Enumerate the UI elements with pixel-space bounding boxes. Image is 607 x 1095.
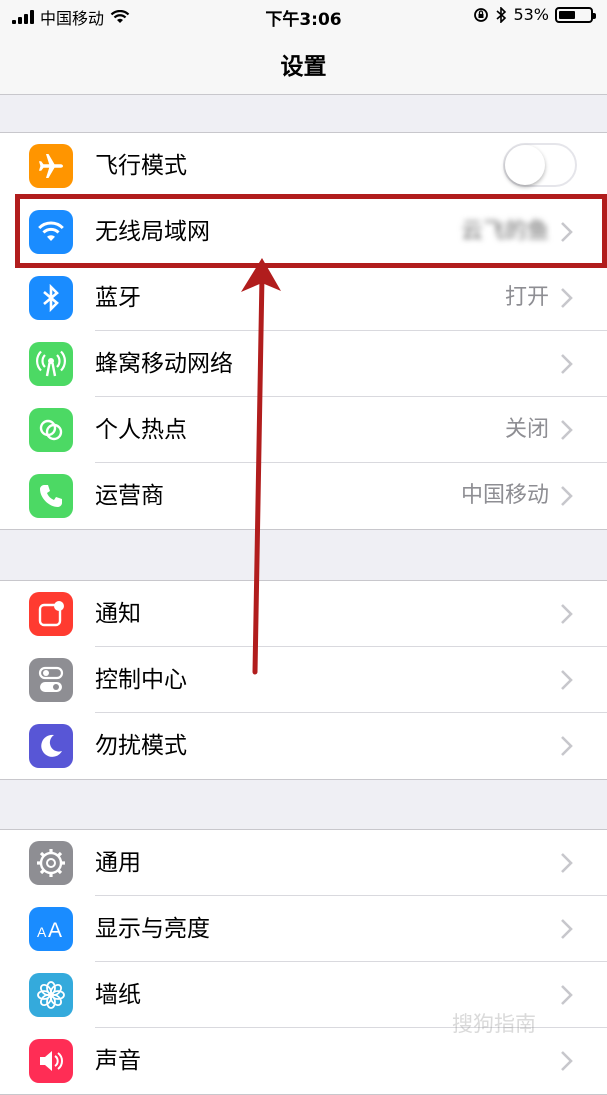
chevron-right-icon (561, 1051, 573, 1071)
settings-row-label: 蜂窝移动网络 (95, 351, 233, 377)
svg-text:A: A (48, 919, 62, 941)
chevron-right-icon (561, 288, 573, 308)
settings-row-notifications[interactable]: 通知 (0, 581, 607, 647)
text-size-icon: AA (29, 907, 73, 951)
rotation-lock-icon (474, 7, 489, 22)
status-bar: 中国移动 下午3:06 53% (0, 0, 607, 30)
settings-row-label: 蓝牙 (95, 285, 141, 311)
chevron-right-icon (561, 486, 573, 506)
speaker-icon (29, 1039, 73, 1083)
bluetooth-status-icon (496, 6, 507, 23)
svg-text:A: A (37, 924, 47, 940)
settings-row-label: 个人热点 (95, 417, 187, 443)
airplane-icon (29, 144, 73, 188)
phone-icon (29, 474, 73, 518)
settings-row-label: 运营商 (95, 483, 164, 509)
settings-row-value: 打开 (504, 285, 549, 310)
gear-icon (29, 841, 73, 885)
settings-row-cellular[interactable]: 蜂窝移动网络 (0, 331, 607, 397)
battery-percentage: 53% (513, 5, 549, 24)
settings-row-label: 显示与亮度 (95, 916, 210, 942)
settings-row-general[interactable]: 通用 (0, 830, 607, 896)
chevron-right-icon (561, 354, 573, 374)
page-title: 设置 (280, 54, 327, 80)
chevron-right-icon (561, 670, 573, 690)
antenna-icon (29, 342, 73, 386)
notification-icon (29, 592, 73, 636)
watermark: 搜狗指南 (452, 1012, 536, 1036)
moon-icon (29, 724, 73, 768)
navigation-bar: 设置 (0, 30, 607, 95)
chevron-right-icon (561, 420, 573, 440)
settings-row-personal-hotspot[interactable]: 个人热点 关闭 (0, 397, 607, 463)
settings-row-control-center[interactable]: 控制中心 (0, 647, 607, 713)
settings-row-airplane-mode[interactable]: 飞行模式 (0, 133, 607, 199)
settings-row-carrier[interactable]: 运营商 中国移动 (0, 463, 607, 529)
chevron-right-icon (561, 919, 573, 939)
bluetooth-icon (29, 276, 73, 320)
settings-row-label: 通知 (95, 601, 141, 627)
settings-row-label: 声音 (95, 1048, 141, 1074)
wifi-highlight-box (15, 194, 607, 268)
settings-row-label: 通用 (95, 850, 141, 876)
chevron-right-icon (561, 604, 573, 624)
chevron-right-icon (561, 853, 573, 873)
settings-group-general: 通用 AA 显示与亮度 墙纸 声音 (0, 829, 607, 1095)
settings-group-connectivity: 飞行模式 无线局域网 云飞的鱼 蓝牙 打开 蜂窝移动网络 个人热点 关闭 运营商… (0, 132, 607, 530)
settings-row-display-brightness[interactable]: AA 显示与亮度 (0, 896, 607, 962)
settings-row-label: 飞行模式 (95, 153, 187, 179)
settings-row-label: 控制中心 (95, 667, 187, 693)
settings-row-label: 勿扰模式 (95, 733, 187, 759)
settings-group-notifications: 通知 控制中心 勿扰模式 (0, 580, 607, 780)
settings-row-do-not-disturb[interactable]: 勿扰模式 (0, 713, 607, 779)
settings-row-label: 墙纸 (95, 982, 141, 1008)
battery-icon (555, 6, 596, 23)
settings-row-value: 关闭 (504, 417, 549, 442)
flower-icon (29, 973, 73, 1017)
hotspot-icon (29, 408, 73, 452)
chevron-right-icon (561, 985, 573, 1005)
chevron-right-icon (561, 736, 573, 756)
settings-row-bluetooth[interactable]: 蓝牙 打开 (0, 265, 607, 331)
airplane-mode-toggle[interactable] (503, 143, 577, 187)
control-center-icon (29, 658, 73, 702)
settings-row-value: 中国移动 (460, 483, 549, 508)
